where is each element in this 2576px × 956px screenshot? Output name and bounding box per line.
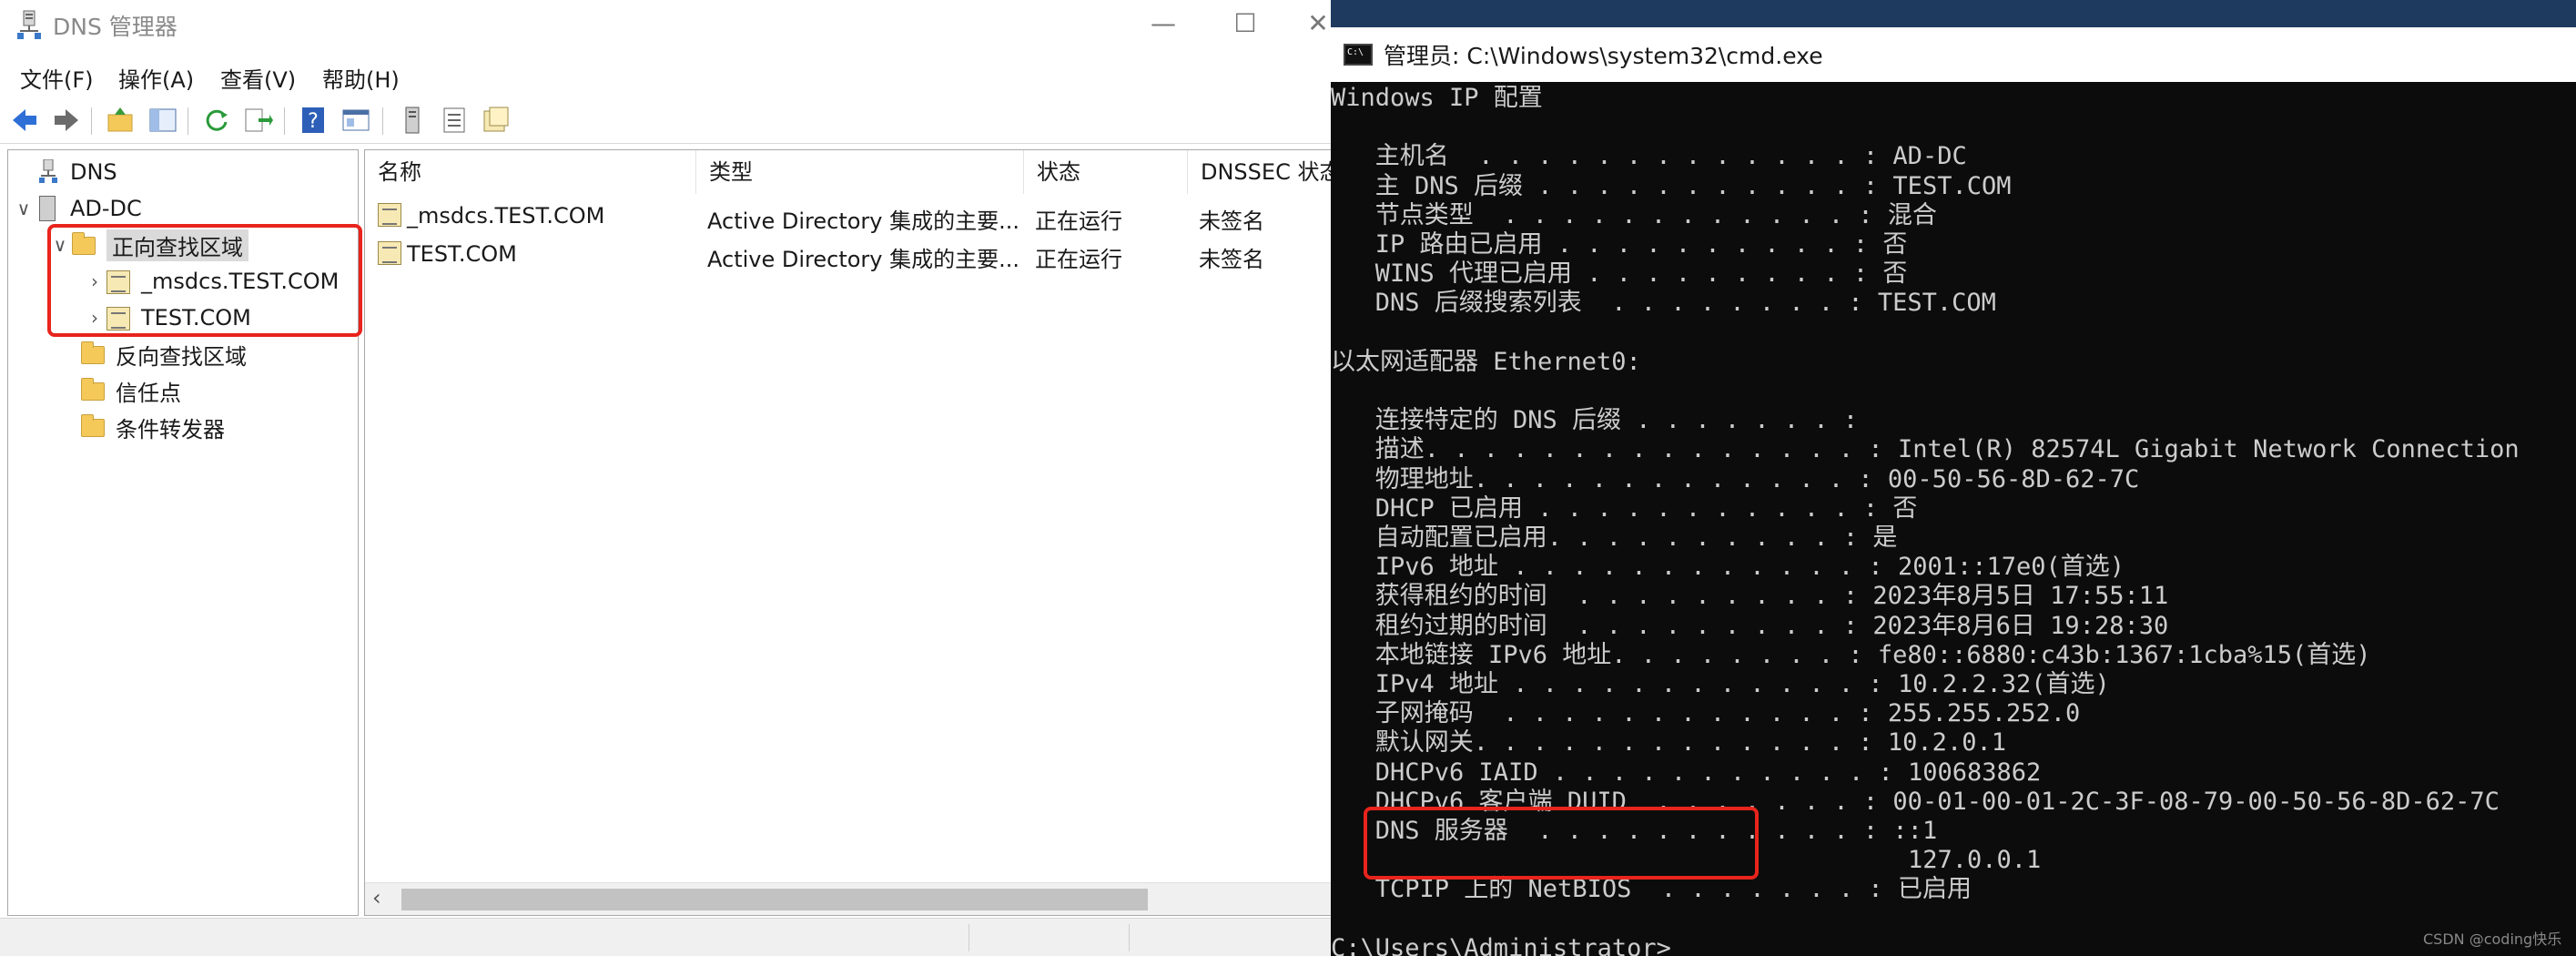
column-header-status[interactable]: 状态 [1024,150,1188,194]
cmd-app-icon [1344,44,1373,66]
horizontal-scrollbar[interactable]: ‹ [365,882,1331,915]
toolbar-separator [284,107,285,135]
server-icon[interactable] [397,106,428,135]
tree-item-label: 条件转发器 [116,416,225,442]
refresh-icon[interactable] [202,106,233,135]
watermark: CSDN @coding快乐 [2423,931,2562,948]
tree-item-label: AD-DC [70,196,142,221]
tree-item-label: 反向查找区域 [116,343,247,370]
cmd-titlebar[interactable]: 管理员: C:\Windows\system32\cmd.exe [1331,27,2576,82]
tree-item-label: 信任点 [116,380,181,406]
minimize-button[interactable]: — [1136,5,1191,42]
highlight-box-forward-zones [47,224,362,337]
show-hide-tree-icon[interactable] [147,106,178,135]
toolbar-separator [91,107,92,135]
console-line: 主 DNS 后缀 . . . . . . . . . . . : TEST.CO… [1331,171,2012,200]
console-line: 连接特定的 DNS 后缀 . . . . . . . : [1331,406,1859,435]
cmd-window: 管理员: C:\Windows\system32\cmd.exe Windows… [1331,27,2576,956]
highlight-box-dns-servers [1364,807,1759,880]
console-line: 租约过期的时间 . . . . . . . . . : 2023年8月6日 19… [1331,611,2169,640]
menu-help[interactable]: 帮助(H) [322,62,400,94]
up-folder-icon[interactable] [106,106,137,135]
cmd-window-title: 管理员: C:\Windows\system32\cmd.exe [1384,43,1823,69]
console-line: 物理地址. . . . . . . . . . . . . : 00-50-56… [1331,464,2140,493]
cell-status: 正在运行 [1035,208,1122,234]
export-list-icon[interactable] [242,106,273,135]
maximize-button[interactable]: ☐ [1218,5,1273,42]
tree-item-ad-dc[interactable]: ∨ AD-DC [14,192,142,225]
console-line: Windows IP 配置 [1331,84,1543,112]
record-list-icon[interactable] [439,106,470,135]
column-header-type[interactable]: 类型 [696,150,1024,194]
new-zone-icon[interactable] [481,106,512,135]
zone-icon [376,201,403,227]
console-line: DNS 后缀搜索列表 . . . . . . . . : TEST.COM [1331,289,1996,318]
console-line: C:\Users\Administrator> [1331,933,1671,956]
toolbar: ? [0,97,1331,144]
column-header-dnssec[interactable]: DNSSEC 状态 [1188,150,1332,194]
tree-item-dns[interactable]: DNS [14,156,117,188]
help-icon[interactable]: ? [299,106,330,135]
console-line: TCPIP 上的 NetBIOS . . . . . . . : 已启用 [1331,875,1972,904]
cell-dnssec: 未签名 [1199,247,1264,272]
back-arrow-icon[interactable] [9,106,40,135]
console-line: 子网掩码 . . . . . . . . . . . . : 255.255.2… [1331,699,2081,728]
properties-window-icon[interactable] [340,106,371,135]
tree-item-reverse-lookup-zones[interactable]: 反向查找区域 [59,338,247,371]
window-title: DNS 管理器 [53,14,177,40]
console-line: IPv6 地址 . . . . . . . . . . . . : 2001::… [1331,553,2125,582]
column-header-name[interactable]: 名称 [365,150,696,194]
menu-action[interactable]: 操作(A) [118,62,194,94]
console-line: DHCPv6 IAID . . . . . . . . . . . : 1006… [1331,758,2042,787]
tree-item-trust-points[interactable]: 信任点 [59,374,181,407]
cell-type: Active Directory 集成的主要... [707,208,1019,234]
scroll-thumb[interactable] [401,889,1148,910]
console-line: IP 路由已启用 . . . . . . . . . . : 否 [1331,230,1908,259]
folder-icon [79,341,106,367]
console-line: 描述. . . . . . . . . . . . . . . : Intel(… [1331,435,2520,464]
toolbar-separator [382,107,383,135]
console-line: DHCP 已启用 . . . . . . . . . . . : 否 [1331,493,1918,523]
dns-icon [34,159,61,185]
folder-icon [79,414,106,440]
server-icon [34,196,61,221]
cell-name: _msdcs.TEST.COM [407,203,605,229]
svg-text:?: ? [308,110,319,133]
console-line: IPv4 地址 . . . . . . . . . . . . : 10.2.2… [1331,670,2110,698]
folder-icon [79,378,106,403]
dns-app-icon [17,10,41,39]
tree-item-label: DNS [70,159,117,185]
dns-titlebar[interactable]: DNS 管理器 — ☐ ✕ [0,0,1331,51]
zone-icon [376,239,403,265]
console-line: 以太网适配器 Ethernet0: [1331,347,1641,376]
menu-view[interactable]: 查看(V) [220,62,296,94]
cell-name: TEST.COM [407,241,517,267]
tree-item-conditional-forwarders[interactable]: 条件转发器 [59,411,225,443]
scroll-left-icon[interactable]: ‹ [372,885,381,910]
menu-file[interactable]: 文件(F) [20,62,94,94]
console-line: WINS 代理已启用 . . . . . . . . . : 否 [1331,259,1908,289]
menu-bar: 文件(F) 操作(A) 查看(V) 帮助(H) [0,56,1331,95]
tree-expander[interactable]: ∨ [14,198,34,219]
forward-arrow-icon[interactable] [51,106,82,135]
console-line: 节点类型 . . . . . . . . . . . . : 混合 [1331,200,1937,229]
console-line: 本地链接 IPv6 地址. . . . . . . . : fe80::6880… [1331,640,2371,669]
console-line: 自动配置已启用. . . . . . . . . . : 是 [1331,524,1898,552]
console-line: 获得租约的时间 . . . . . . . . . : 2023年8月5日 17… [1331,582,2169,611]
status-segment [1129,924,1130,951]
console-line: 主机名 . . . . . . . . . . . . . : AD-DC [1331,142,1967,171]
list-pane[interactable]: 名称 类型 状态 DNSSEC 状态 _msdcs.TEST.COM Activ… [364,149,1332,916]
status-bar [0,918,1331,956]
cell-dnssec: 未签名 [1199,208,1264,234]
cell-type: Active Directory 集成的主要... [707,247,1019,272]
cell-status: 正在运行 [1035,247,1122,272]
table-row[interactable]: _msdcs.TEST.COM Active Directory 集成的主要..… [365,198,1331,234]
console-line: 默认网关. . . . . . . . . . . . . : 10.2.0.1 [1331,728,2006,758]
dns-manager-window: DNS 管理器 — ☐ ✕ 文件(F) 操作(A) 查看(V) 帮助(H) ? [0,0,1332,956]
table-row[interactable]: TEST.COM Active Directory 集成的主要... 正在运行 … [365,236,1331,272]
